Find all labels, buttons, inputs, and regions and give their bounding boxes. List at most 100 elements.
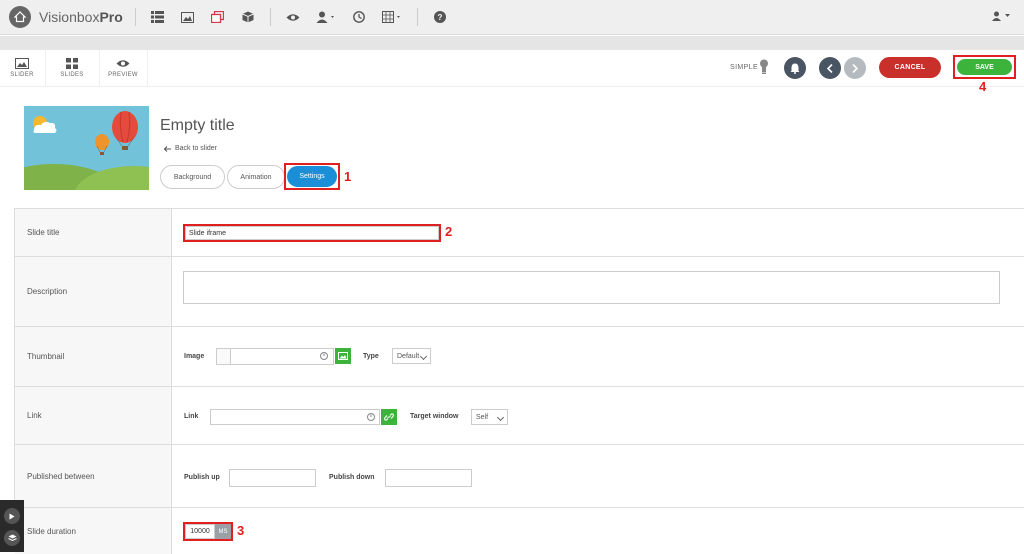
cube-icon[interactable] <box>240 10 256 24</box>
save-button[interactable]: SAVE <box>957 59 1012 75</box>
copy-icon[interactable] <box>210 10 226 24</box>
publish-down-label: Publish down <box>329 474 375 481</box>
divider <box>269 8 271 26</box>
annotation-1: 1 <box>344 169 352 184</box>
prev-slide-button[interactable] <box>819 57 841 79</box>
mode-label: SIMPLE <box>730 64 759 71</box>
slide-title-heading: Empty title <box>160 117 235 134</box>
annotation-3: 3 <box>237 523 245 538</box>
layers-icon <box>7 534 17 542</box>
play-button[interactable] <box>4 508 20 524</box>
target-window-select[interactable]: Self <box>471 409 508 425</box>
app-logo[interactable]: Visionbox Pro <box>9 6 123 28</box>
slide-title-input[interactable]: Slide iframe <box>185 226 439 240</box>
eye-icon[interactable] <box>285 10 301 24</box>
home-icon <box>9 6 31 28</box>
svg-text:?: ? <box>437 13 442 22</box>
clear-icon[interactable]: × <box>320 352 328 360</box>
slide-duration-label: Slide duration <box>15 508 172 554</box>
thumbnail-type-select[interactable]: Default <box>392 348 431 364</box>
pick-image-button[interactable] <box>335 348 351 364</box>
image-field-label: Image <box>184 353 205 360</box>
notifications-button[interactable] <box>784 57 806 79</box>
type-field-label: Type <box>363 353 379 360</box>
thumbnail-label: Thumbnail <box>15 327 172 386</box>
tool-preview-label: PREVIEW <box>108 72 138 78</box>
divider <box>134 8 136 26</box>
divider <box>45 50 46 87</box>
divider <box>416 8 418 26</box>
layers-button[interactable] <box>4 530 20 546</box>
description-textarea[interactable] <box>183 271 1000 304</box>
cancel-button[interactable]: CANCEL <box>879 57 941 78</box>
list-icon[interactable] <box>150 10 166 24</box>
eye-icon <box>116 60 130 67</box>
grid-icon[interactable] <box>381 10 403 24</box>
brand-light: Visionbox <box>39 9 100 25</box>
bell-icon <box>790 63 800 74</box>
link-label: Link <box>15 387 172 444</box>
tab-animation[interactable]: Animation <box>227 165 285 189</box>
chevron-down-icon <box>1005 14 1010 17</box>
top-navbar: Visionbox Pro ? <box>0 0 1024 35</box>
row-slide-title: Slide title Slide iframe 2 <box>15 209 1024 257</box>
help-icon[interactable]: ? <box>432 10 448 24</box>
pick-link-button[interactable] <box>381 409 397 425</box>
link-icon <box>384 413 394 421</box>
tool-slider-label: SLIDER <box>10 72 34 78</box>
tool-slides[interactable]: SLIDES <box>54 58 90 78</box>
duration-unit-addon: MS <box>215 524 231 539</box>
divider <box>99 50 100 87</box>
chevron-right-icon <box>852 63 858 73</box>
clear-icon[interactable]: × <box>367 413 375 421</box>
link-field-label: Link <box>184 413 199 420</box>
tool-slider[interactable]: SLIDER <box>4 58 40 78</box>
annotation-2: 2 <box>445 224 453 239</box>
tool-preview[interactable]: PREVIEW <box>105 58 141 78</box>
tab-background[interactable]: Background <box>160 165 225 189</box>
back-to-slider-label: Back to slider <box>175 145 218 152</box>
slide-settings-form: Slide title Slide iframe 2 Description T… <box>14 208 1024 554</box>
image-icon[interactable] <box>180 10 196 24</box>
clock-icon[interactable] <box>351 10 367 24</box>
image-icon <box>15 58 29 69</box>
publish-up-input[interactable] <box>229 469 316 487</box>
thumbnail-image-input[interactable] <box>216 348 334 365</box>
publish-down-input[interactable] <box>385 469 472 487</box>
link-input[interactable] <box>210 409 380 425</box>
save-highlight: SAVE <box>953 55 1016 79</box>
published-label: Published between <box>15 445 172 507</box>
publish-up-label: Publish up <box>184 474 220 481</box>
row-thumbnail: Thumbnail Image × Type Default <box>15 327 1024 387</box>
user-icon <box>992 11 1001 21</box>
slide-thumbnail <box>24 106 149 190</box>
user-group-icon[interactable] <box>315 10 337 24</box>
slides-icon <box>66 58 78 69</box>
image-icon <box>338 352 348 360</box>
row-link: Link Link × Target window Self <box>15 387 1024 445</box>
arrow-left-icon <box>164 145 171 152</box>
side-dock <box>0 500 24 552</box>
mode-toggle[interactable] <box>760 59 768 75</box>
slide-title-label: Slide title <box>15 209 172 256</box>
target-window-label: Target window <box>410 413 459 420</box>
next-slide-button[interactable] <box>844 57 866 79</box>
description-label: Description <box>15 257 172 326</box>
tool-slides-label: SLIDES <box>60 72 84 78</box>
play-icon <box>9 513 15 519</box>
brand-bold: Pro <box>99 9 123 25</box>
annotation-4: 4 <box>979 79 987 94</box>
row-published: Published between Publish up Publish dow… <box>15 445 1024 508</box>
thumbnail-preview-box <box>216 348 231 365</box>
row-slide-duration: Slide duration 10000 MS 3 <box>15 508 1024 554</box>
app-brand: Visionbox Pro <box>39 9 123 25</box>
editor-toolbar <box>0 50 1024 87</box>
chevron-left-icon <box>827 63 833 73</box>
lightbulb-icon <box>760 59 768 74</box>
user-menu[interactable] <box>992 11 1010 21</box>
slide-duration-input[interactable]: 10000 <box>185 524 215 539</box>
divider <box>147 50 148 87</box>
tab-settings[interactable]: Settings <box>287 166 337 187</box>
back-to-slider-link[interactable]: Back to slider <box>164 145 217 152</box>
row-description: Description <box>15 257 1024 327</box>
